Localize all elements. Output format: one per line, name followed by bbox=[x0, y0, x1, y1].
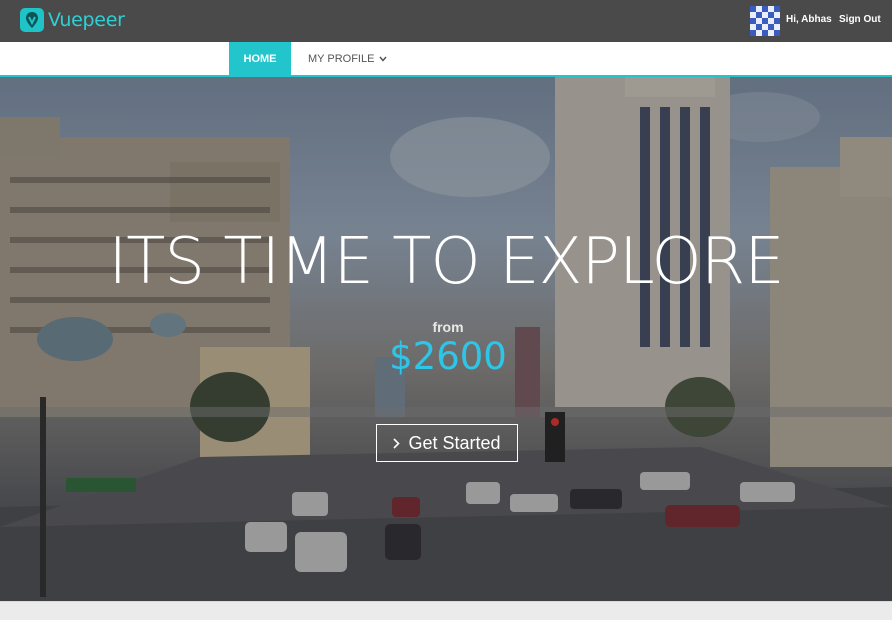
chevron-down-icon bbox=[379, 56, 388, 62]
chevron-right-icon bbox=[393, 437, 401, 449]
get-started-button[interactable]: Get Started bbox=[376, 424, 518, 462]
hero-banner: ITS TIME TO EXPLORE from $2600 Get Start… bbox=[0, 77, 892, 601]
nav-home[interactable]: HOME bbox=[229, 42, 291, 75]
footer-strip bbox=[0, 601, 892, 620]
nav-my-profile[interactable]: MY PROFILE bbox=[308, 42, 388, 75]
hero-title: ITS TIME TO EXPLORE bbox=[108, 225, 784, 299]
brand-logo[interactable]: Vuepeer bbox=[20, 8, 125, 32]
price-from-label: from bbox=[432, 319, 464, 335]
user-greeting: Hi, Abhas bbox=[786, 14, 832, 25]
main-nav: HOME MY PROFILE bbox=[0, 42, 892, 77]
brand-name: Vuepeer bbox=[48, 9, 125, 31]
price-value: $2600 bbox=[389, 335, 507, 378]
sign-out-link[interactable]: Sign Out bbox=[839, 14, 881, 25]
nav-my-profile-label: MY PROFILE bbox=[308, 52, 375, 65]
avatar[interactable] bbox=[750, 6, 780, 36]
map-pin-icon bbox=[20, 8, 44, 32]
get-started-label: Get Started bbox=[408, 432, 501, 453]
top-bar: Vuepeer Hi, Abhas Sign Out bbox=[0, 0, 892, 42]
